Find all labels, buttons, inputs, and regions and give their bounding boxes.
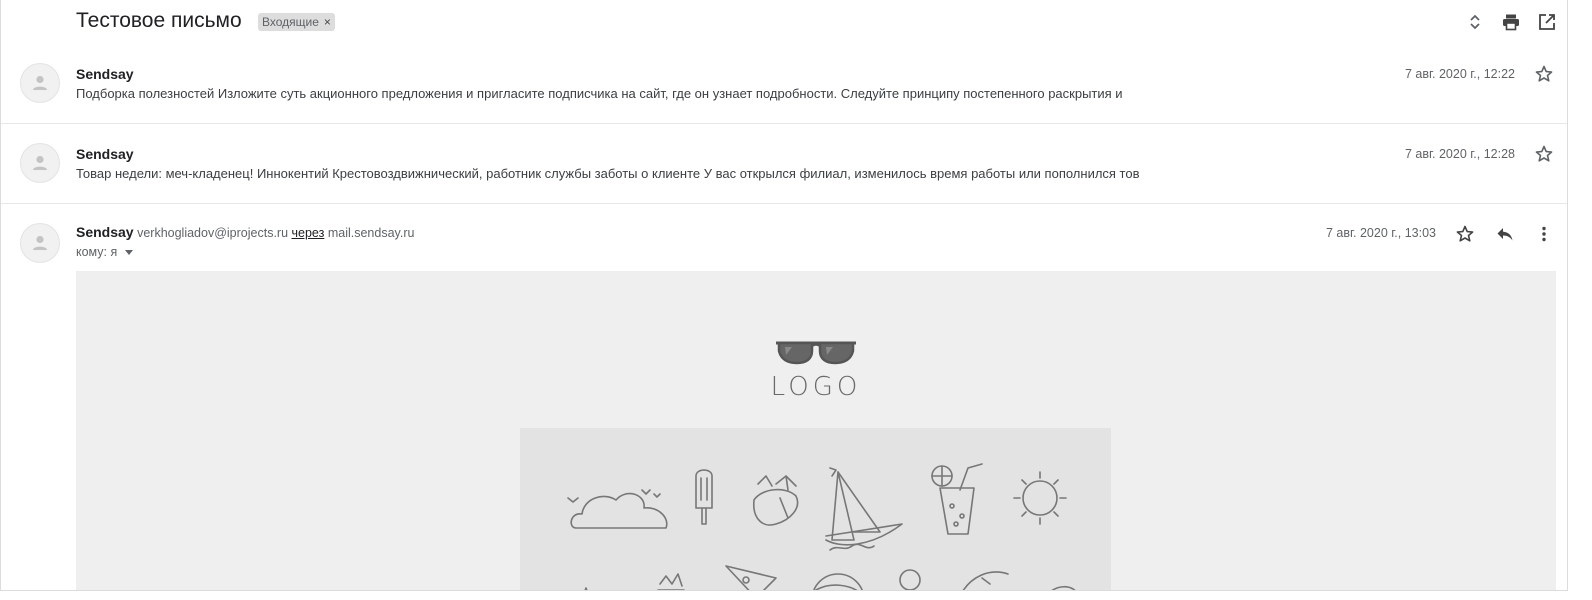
message-date: 7 авг. 2020 г., 13:03 [1325,226,1436,240]
label-chip-text: Входящие [262,15,319,29]
star-icon[interactable] [1455,224,1475,244]
print-icon[interactable] [1501,12,1521,32]
sender-name: Sendsay [76,146,134,162]
lemonade-glass-icon [931,463,983,535]
cocktail-icon [725,565,777,590]
pineapple-icon [657,573,685,590]
sailboat-icon [825,467,903,551]
recipient-text: кому: я [76,245,118,259]
star-icon[interactable] [1534,144,1554,164]
expand-collapse-icon[interactable] [1465,12,1485,32]
default-avatar-icon [33,155,47,170]
label-chip-inbox[interactable]: Входящие × [258,13,335,31]
email-content: LOGO [76,271,1556,590]
popsicle-icon [695,469,713,525]
ice-cream-icon [899,569,921,590]
default-avatar-icon [33,75,47,90]
message-snippet: Товар недели: меч-кладенец! Иннокентий К… [76,166,1140,181]
cloud-icon [567,489,668,529]
avatar [20,223,60,263]
shell-icon [1051,585,1076,590]
logo-text: LOGO [770,372,862,402]
beach-ball-icon [813,573,863,590]
avatar [20,63,60,103]
message-date: 7 авг. 2020 г., 12:22 [1404,67,1515,81]
open-message-header: Sendsay verkhogliadov@iprojects.ru через… [76,224,414,240]
thread-toolbar [1465,12,1557,32]
default-avatar-icon [33,235,47,250]
remove-label-icon[interactable]: × [324,15,331,29]
via-link[interactable]: через [292,226,325,240]
avatar [20,143,60,183]
flip-flop-icon [962,571,1009,590]
logo: LOGO [766,337,866,402]
summer-illustration-banner [520,428,1111,590]
sender-email: verkhogliadov@iprojects.ru [137,226,289,240]
recipient-details-toggle[interactable]: кому: я [76,245,134,259]
thread-subject: Тестовое письмо [76,9,242,32]
reply-icon[interactable] [1495,224,1515,244]
open-new-window-icon[interactable] [1537,12,1557,32]
sender-name: Sendsay [76,66,134,82]
more-options-icon[interactable] [1534,224,1554,244]
message-snippet: Подборка полезностей Изложите суть акцио… [76,86,1123,101]
coconut-drink-icon [753,475,799,526]
via-domain: mail.sendsay.ru [327,226,415,240]
subject-bar: Тестовое письмо Входящие × [1,0,1567,46]
gmail-thread-view: Тестовое письмо Входящие × Sendsay Подбо… [0,0,1568,591]
sunglasses-icon [776,341,856,365]
chevron-down-icon [125,249,134,255]
message-date: 7 авг. 2020 г., 12:28 [1404,147,1515,161]
collapsed-message[interactable]: Sendsay Подборка полезностей Изложите су… [1,44,1567,124]
star-icon[interactable] [1534,64,1554,84]
sender-name: Sendsay [76,224,134,240]
sun-icon [1013,471,1067,525]
collapsed-message[interactable]: Sendsay Товар недели: меч-кладенец! Инно… [1,124,1567,204]
starfish-icon [584,587,588,590]
